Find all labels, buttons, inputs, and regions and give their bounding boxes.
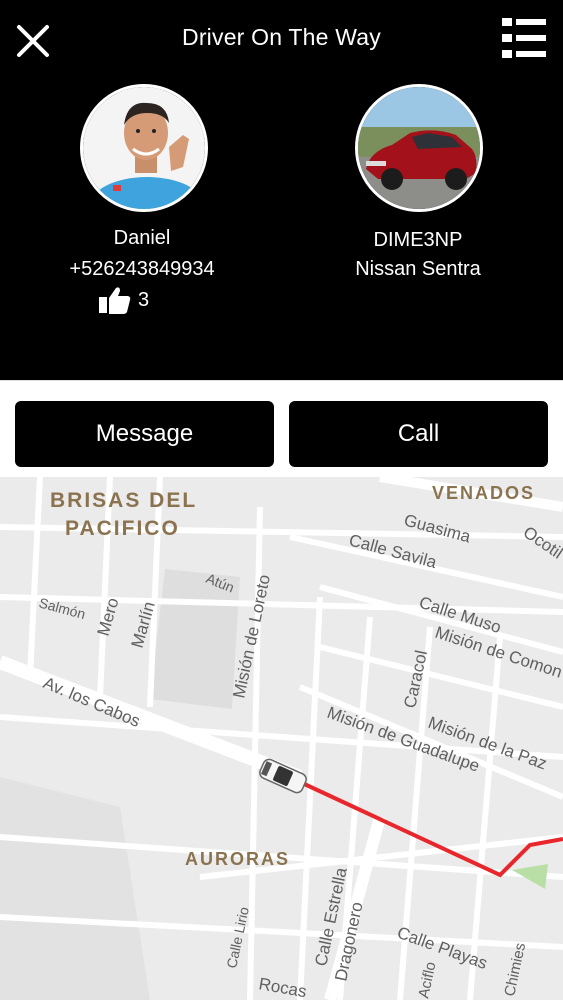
rating-count: 3 [138,288,150,311]
driver-header: Driver On The Way Daniel +526243849934 3… [0,0,563,380]
map-label: PACIFICO [65,517,180,540]
driver-phone: +526243849934 [69,258,215,280]
map-label: VENADOS [432,483,535,503]
map-label: BRISAS DEL [50,489,197,512]
driver-name: Daniel [113,227,171,249]
vehicle-model: Nissan Sentra [355,258,481,280]
action-bar: Message Call [0,380,563,477]
driver-rating: 3 [98,285,149,315]
list-menu-icon [502,18,546,58]
call-button[interactable]: Call [289,401,548,467]
vehicle-photo [355,84,483,212]
page-title: Driver On The Way [182,24,381,50]
route-map[interactable]: BRISAS DEL PACIFICO VENADOS AURORAS Guas… [0,477,563,1000]
thumbs-up-icon [99,287,131,314]
menu-button[interactable] [500,16,548,60]
vehicle-plate: DIME3NP [373,229,463,251]
map-label: AURORAS [185,849,290,869]
driver-avatar [80,84,208,212]
message-button[interactable]: Message [15,401,274,467]
